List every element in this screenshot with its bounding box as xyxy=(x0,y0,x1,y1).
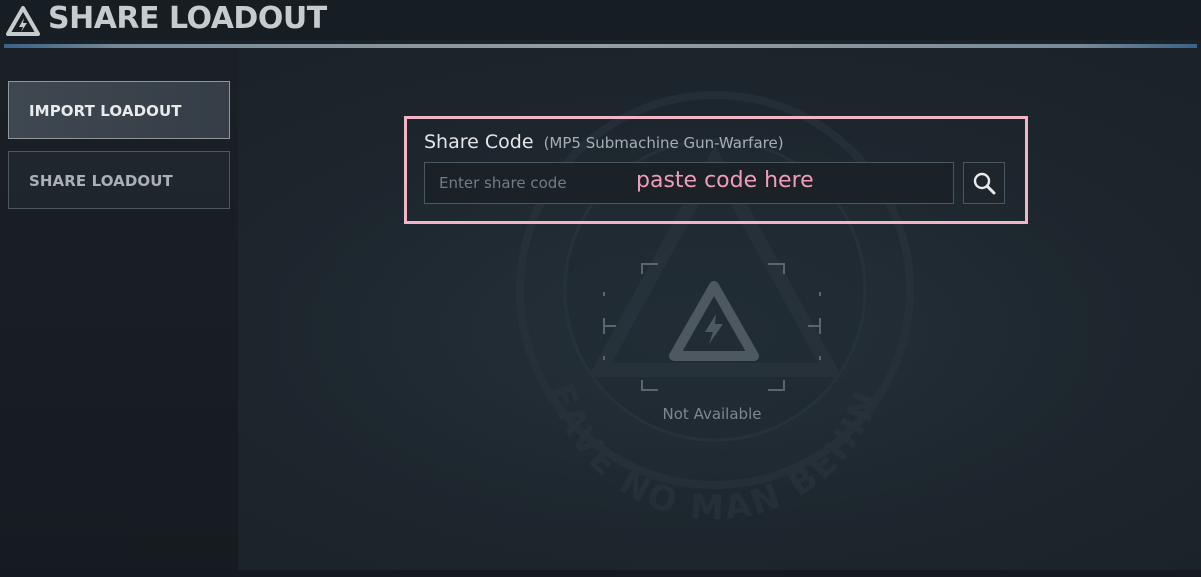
title-bar: SHARE LOADOUT xyxy=(0,0,1201,40)
delta-logo-icon xyxy=(669,281,759,361)
share-loadout-window: SHARE LOADOUT IMPORT LOADOUT SHARE LOADO… xyxy=(0,0,1201,577)
game-logo-icon xyxy=(6,6,40,36)
share-loadout-tab[interactable]: SHARE LOADOUT xyxy=(8,151,230,209)
share-code-label: Share Code (MP5 Submachine Gun-Warfare) xyxy=(424,131,784,153)
page-title: SHARE LOADOUT xyxy=(48,1,327,36)
search-button[interactable] xyxy=(963,162,1005,204)
share-code-input[interactable] xyxy=(424,162,954,204)
sidebar: IMPORT LOADOUT SHARE LOADOUT xyxy=(0,48,238,577)
search-icon xyxy=(973,172,996,195)
import-loadout-tab[interactable]: IMPORT LOADOUT xyxy=(8,81,230,139)
share-code-panel: Share Code (MP5 Submachine Gun-Warfare) … xyxy=(404,116,1028,224)
share-code-title: Share Code xyxy=(424,131,534,153)
preview-status: Not Available xyxy=(662,405,762,423)
bottom-edge xyxy=(0,570,1201,577)
weapon-name: (MP5 Submachine Gun-Warfare) xyxy=(543,134,784,152)
